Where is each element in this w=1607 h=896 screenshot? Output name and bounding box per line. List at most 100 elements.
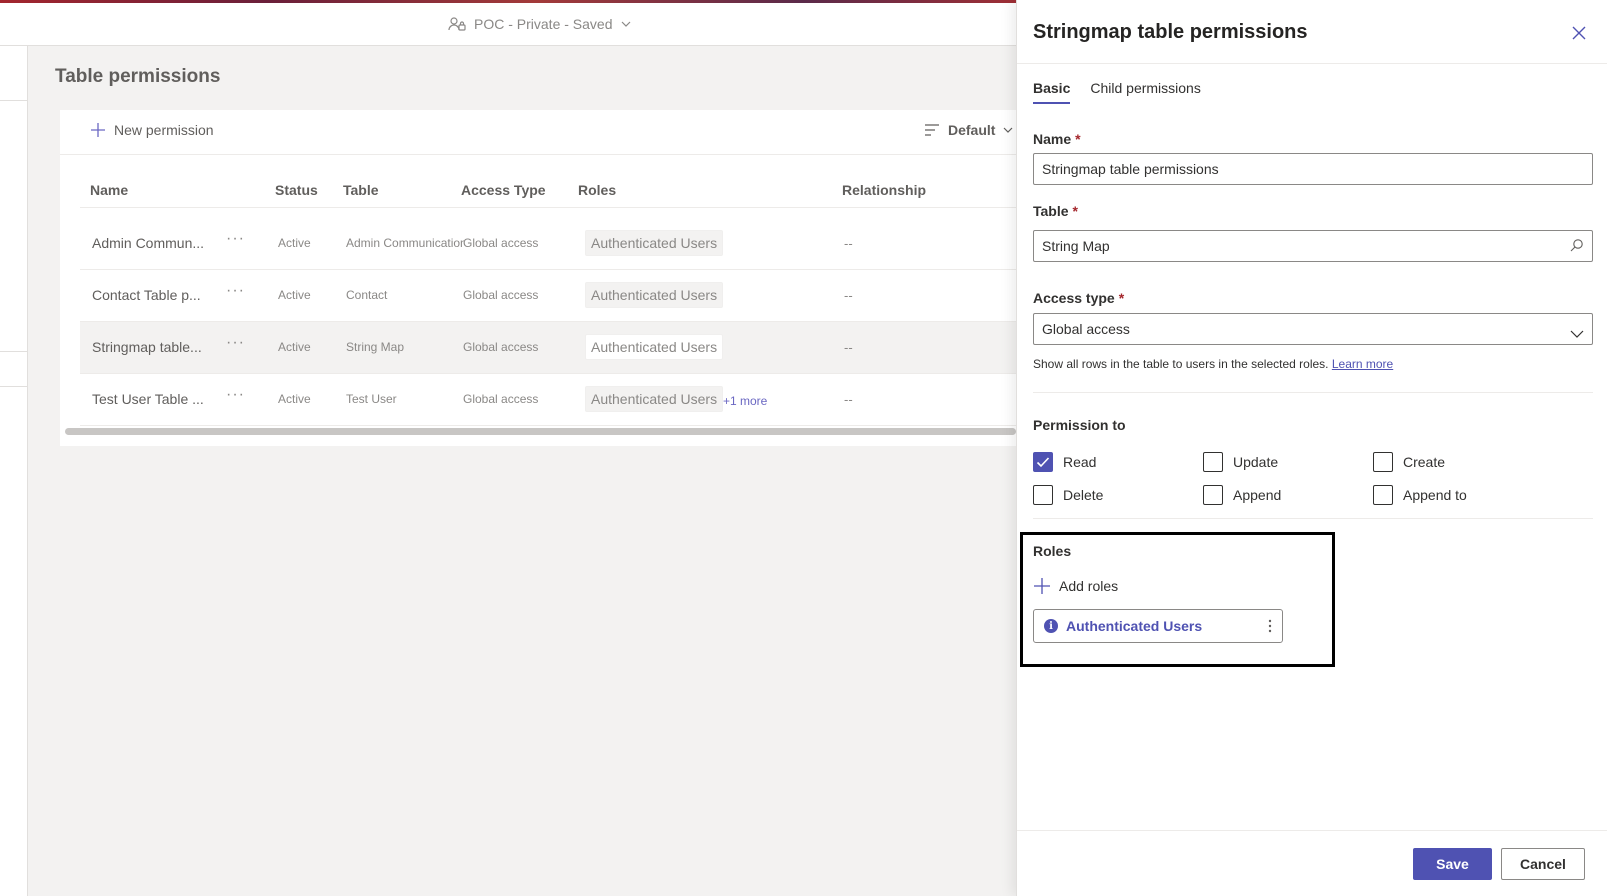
side-panel: Stringmap table permissions Basic Child …: [1016, 0, 1607, 896]
access-label-text: Access type: [1033, 290, 1115, 306]
table-field-label: Table *: [1033, 203, 1078, 219]
access-type-select[interactable]: Global access: [1033, 313, 1593, 345]
tab-child-permissions[interactable]: Child permissions: [1090, 80, 1200, 104]
more-vertical-icon[interactable]: [1268, 619, 1272, 633]
row-status: Active: [278, 288, 311, 302]
panel-tabs: Basic Child permissions: [1033, 80, 1201, 104]
site-status-label: POC - Private - Saved: [474, 16, 613, 32]
append-to-checkbox[interactable]: Append to: [1373, 485, 1467, 505]
site-status[interactable]: POC - Private - Saved: [448, 16, 631, 32]
table-input-value: String Map: [1042, 238, 1110, 254]
column-header-name[interactable]: Name: [90, 182, 128, 198]
access-type-value: Global access: [1042, 321, 1130, 337]
plus-icon: [91, 123, 105, 137]
access-type-field-label: Access type *: [1033, 290, 1124, 306]
checkbox-box[interactable]: [1033, 485, 1053, 505]
cancel-button[interactable]: Cancel: [1501, 848, 1585, 880]
checkbox-box[interactable]: [1373, 452, 1393, 472]
new-permission-label: New permission: [114, 122, 214, 138]
checkmark-icon: [1036, 457, 1050, 468]
chevron-down-icon: [621, 21, 630, 27]
helper-text: Show all rows in the table to users in t…: [1033, 357, 1329, 371]
update-checkbox[interactable]: Update: [1203, 452, 1278, 472]
role-chip-label[interactable]: Authenticated Users: [1066, 618, 1268, 634]
list-view-icon: [925, 124, 939, 136]
name-input-value: Stringmap table permissions: [1042, 161, 1219, 177]
rail-divider: [0, 100, 28, 101]
close-button[interactable]: [1570, 24, 1588, 42]
plus-icon: [1034, 578, 1050, 594]
column-header-roles[interactable]: Roles: [578, 182, 616, 198]
table-row[interactable]: Admin Commun... ··· Active Admin Communi…: [80, 218, 1016, 270]
add-roles-label: Add roles: [1059, 578, 1119, 594]
read-checkbox[interactable]: Read: [1033, 452, 1096, 472]
info-icon: i: [1044, 619, 1058, 633]
column-header-access-type[interactable]: Access Type: [461, 182, 546, 198]
row-name[interactable]: Contact Table p...: [92, 287, 207, 303]
table-row[interactable]: Contact Table p... ··· Active Contact Gl…: [80, 270, 1016, 322]
name-input[interactable]: Stringmap table permissions: [1033, 153, 1593, 185]
more-actions-button[interactable]: ···: [226, 230, 245, 248]
grid-header: Name Status Table Access Type Roles Rela…: [80, 168, 1016, 208]
new-permission-button[interactable]: New permission: [90, 122, 214, 138]
delete-checkbox[interactable]: Delete: [1033, 485, 1103, 505]
tab-basic[interactable]: Basic: [1033, 80, 1071, 104]
row-status: Active: [278, 236, 311, 250]
more-roles-link[interactable]: +1 more: [723, 394, 767, 408]
left-navigation-rail: [0, 46, 28, 896]
save-button[interactable]: Save: [1413, 848, 1492, 880]
more-actions-button[interactable]: ···: [226, 334, 245, 352]
horizontal-scrollbar[interactable]: [65, 428, 1016, 435]
roles-heading: Roles: [1033, 543, 1072, 559]
name-label-text: Name: [1033, 131, 1072, 147]
row-relationship: --: [844, 392, 853, 407]
page-title: Table permissions: [55, 66, 221, 87]
rail-divider: [0, 351, 28, 352]
rail-divider: [0, 386, 28, 387]
search-icon[interactable]: [1570, 238, 1584, 255]
panel-title: Stringmap table permissions: [1033, 21, 1308, 43]
checkbox-box[interactable]: [1033, 452, 1053, 472]
column-header-table[interactable]: Table: [343, 182, 379, 198]
row-status: Active: [278, 392, 311, 406]
permissions-grid-card: New permission Default Name Status Table…: [60, 110, 1016, 446]
row-table: Admin Communication: [346, 236, 464, 250]
more-actions-button[interactable]: ···: [226, 282, 245, 300]
table-row[interactable]: Test User Table ... ··· Active Test User…: [80, 374, 1016, 426]
column-header-status[interactable]: Status: [275, 182, 318, 198]
row-name[interactable]: Test User Table ...: [92, 391, 207, 407]
add-roles-button[interactable]: Add roles: [1033, 577, 1118, 595]
permission-to-heading: Permission to: [1033, 417, 1126, 433]
row-access-type: Global access: [463, 392, 539, 406]
command-bar: New permission Default: [60, 110, 1016, 155]
row-name[interactable]: Admin Commun...: [92, 235, 207, 251]
row-relationship: --: [844, 236, 853, 251]
checkbox-label: Read: [1063, 454, 1097, 470]
checkbox-box[interactable]: [1203, 485, 1223, 505]
section-divider: [1033, 518, 1593, 519]
create-checkbox[interactable]: Create: [1373, 452, 1445, 472]
row-access-type: Global access: [463, 288, 539, 302]
row-table: Test User: [346, 392, 397, 406]
checkbox-label: Delete: [1063, 487, 1104, 503]
table-lookup-input[interactable]: String Map: [1033, 230, 1593, 262]
checkbox-label: Create: [1403, 454, 1446, 470]
checkbox-label: Append: [1233, 487, 1282, 503]
row-table: Contact: [346, 288, 388, 302]
row-access-type: Global access: [463, 340, 539, 354]
row-relationship: --: [844, 340, 853, 355]
row-name[interactable]: Stringmap table...: [92, 339, 207, 355]
column-header-relationship[interactable]: Relationship: [842, 182, 926, 198]
table-row-selected[interactable]: Stringmap table... ··· Active String Map…: [80, 322, 1016, 374]
append-checkbox[interactable]: Append: [1203, 485, 1281, 505]
row-role-tag: Authenticated Users: [585, 282, 724, 308]
checkbox-box[interactable]: [1203, 452, 1223, 472]
view-selector[interactable]: Default: [924, 122, 1013, 138]
row-role-tag: Authenticated Users: [585, 334, 724, 360]
role-chip[interactable]: i Authenticated Users: [1033, 609, 1283, 643]
learn-more-link[interactable]: Learn more: [1332, 357, 1393, 371]
checkbox-box[interactable]: [1373, 485, 1393, 505]
name-field-label: Name *: [1033, 131, 1081, 147]
panel-divider: [1017, 63, 1607, 64]
more-actions-button[interactable]: ···: [226, 386, 245, 404]
